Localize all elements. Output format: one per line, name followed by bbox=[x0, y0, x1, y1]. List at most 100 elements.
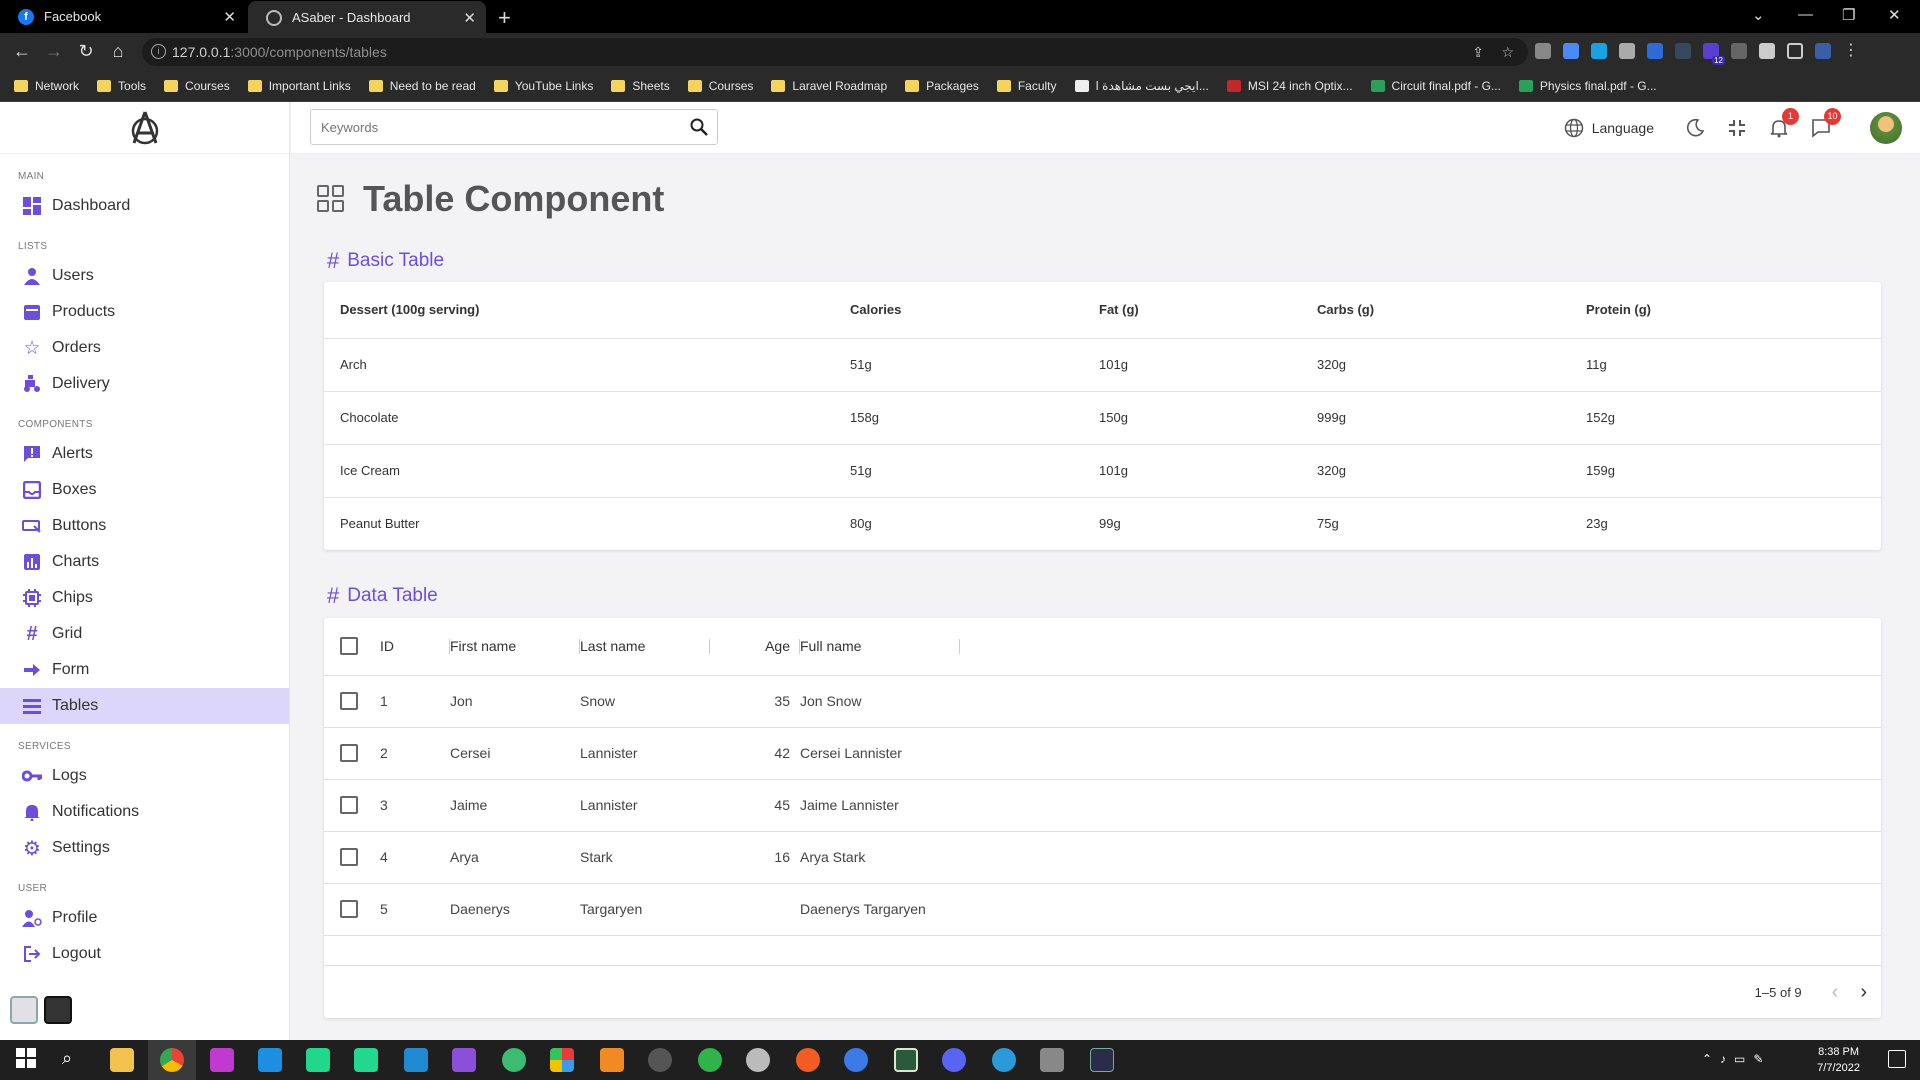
app-icon[interactable] bbox=[844, 1048, 868, 1072]
row-checkbox[interactable] bbox=[340, 900, 358, 919]
column-header[interactable]: Last name bbox=[580, 618, 710, 676]
extension-icon[interactable] bbox=[1535, 43, 1551, 59]
extension-icon[interactable]: 12 bbox=[1703, 43, 1725, 65]
bookmark-link[interactable]: ايجي بست مشاهدة ا... bbox=[1074, 79, 1209, 93]
row-checkbox[interactable] bbox=[340, 796, 358, 815]
column-header[interactable]: Full name bbox=[800, 618, 960, 676]
notification-center-icon[interactable] bbox=[1888, 1050, 1906, 1068]
extension-icon[interactable] bbox=[1647, 43, 1663, 59]
fullscreen-toggle[interactable] bbox=[1725, 116, 1749, 140]
sidebar-item-users[interactable]: Users bbox=[0, 258, 289, 294]
bookmark-folder[interactable]: Courses bbox=[164, 79, 230, 93]
back-button[interactable]: ← bbox=[10, 41, 34, 62]
chrome-icon[interactable] bbox=[160, 1048, 184, 1072]
light-theme-button[interactable] bbox=[10, 996, 38, 1024]
bookmark-star-icon[interactable]: ☆ bbox=[1501, 44, 1514, 61]
vscode-icon[interactable] bbox=[404, 1048, 428, 1072]
language-selector[interactable]: Language bbox=[1564, 118, 1654, 138]
app-icon[interactable] bbox=[1040, 1048, 1064, 1072]
profile-icon[interactable] bbox=[1815, 43, 1831, 59]
sidebar-item-form[interactable]: Form bbox=[0, 652, 289, 688]
column-header[interactable]: First name bbox=[450, 618, 580, 676]
sidebar-item-orders[interactable]: ☆ Orders bbox=[0, 330, 289, 366]
app-icon[interactable] bbox=[796, 1048, 820, 1072]
visual-studio-icon[interactable] bbox=[452, 1048, 476, 1072]
webstorm-icon[interactable] bbox=[258, 1048, 282, 1072]
app-icon[interactable] bbox=[502, 1048, 526, 1072]
bookmark-link[interactable]: Circuit final.pdf - G... bbox=[1370, 79, 1501, 93]
new-tab-button[interactable]: + bbox=[498, 5, 511, 31]
sidebar-item-alerts[interactable]: Alerts bbox=[0, 436, 289, 472]
app-icon[interactable] bbox=[992, 1048, 1016, 1072]
sidebar-item-tables[interactable]: Tables bbox=[0, 688, 289, 724]
search-icon[interactable] bbox=[681, 118, 717, 136]
bookmark-folder[interactable]: Tools bbox=[97, 79, 146, 93]
nox-icon[interactable] bbox=[1090, 1048, 1114, 1072]
puzzle-icon[interactable] bbox=[1759, 43, 1775, 59]
browser-tab-facebook[interactable]: f Facebook ✕ bbox=[0, 0, 246, 33]
table-row[interactable]: 4 Arya Stark 16 Arya Stark bbox=[324, 831, 1881, 884]
column-header[interactable]: ID bbox=[380, 618, 450, 676]
search-input[interactable] bbox=[311, 110, 681, 144]
select-all-checkbox[interactable] bbox=[340, 637, 358, 656]
close-tab-icon[interactable]: ✕ bbox=[463, 9, 476, 27]
menu-icon[interactable]: ⋮ bbox=[1843, 43, 1859, 59]
minimize-button[interactable]: — bbox=[1798, 6, 1813, 23]
messages-button[interactable]: 10 bbox=[1809, 108, 1841, 140]
phpstorm-icon[interactable] bbox=[210, 1048, 234, 1072]
table-row[interactable]: 1 Jon Snow 35 Jon Snow bbox=[324, 675, 1881, 728]
dark-theme-button[interactable] bbox=[44, 996, 72, 1024]
forward-button[interactable]: → bbox=[42, 41, 66, 62]
bookmark-folder[interactable]: Packages bbox=[905, 79, 979, 93]
chevron-right-icon[interactable]: › bbox=[1860, 981, 1867, 1004]
chevron-left-icon[interactable]: ‹ bbox=[1832, 981, 1839, 1004]
file-explorer-icon[interactable] bbox=[110, 1048, 134, 1072]
translate-extension-icon[interactable] bbox=[1563, 43, 1579, 59]
bookmark-link[interactable]: MSI 24 inch Optix... bbox=[1226, 79, 1353, 93]
sidebar-item-boxes[interactable]: Boxes bbox=[0, 472, 289, 508]
extension-icon[interactable] bbox=[1731, 43, 1747, 59]
sidebar-item-chips[interactable]: Chips bbox=[0, 580, 289, 616]
sidebar-item-dashboard[interactable]: Dashboard bbox=[0, 188, 289, 224]
row-checkbox[interactable] bbox=[340, 692, 358, 711]
xampp-icon[interactable] bbox=[600, 1048, 624, 1072]
row-checkbox[interactable] bbox=[340, 848, 358, 867]
row-checkbox[interactable] bbox=[340, 744, 358, 763]
browser-tab-dashboard[interactable]: ASaber - Dashboard ✕ bbox=[248, 1, 486, 34]
clion-icon[interactable] bbox=[354, 1048, 378, 1072]
sidebar-item-notifications[interactable]: Notifications bbox=[0, 794, 289, 830]
extension-icon[interactable] bbox=[1675, 43, 1691, 59]
table-row[interactable]: 5 Daenerys Targaryen Daenerys Targaryen bbox=[324, 883, 1881, 936]
app-icon[interactable] bbox=[550, 1048, 574, 1072]
app-icon[interactable] bbox=[698, 1048, 722, 1072]
windows-start-icon[interactable] bbox=[16, 1048, 40, 1072]
sidebar-item-logout[interactable]: Logout bbox=[0, 936, 289, 972]
bookmark-folder[interactable]: Courses bbox=[687, 79, 753, 93]
app-icon[interactable] bbox=[746, 1048, 770, 1072]
table-row[interactable]: 3 Jaime Lannister 45 Jaime Lannister bbox=[324, 779, 1881, 832]
address-bar[interactable]: i 127.0.0.1:3000/components/tables ⇪ ☆ bbox=[142, 38, 1528, 66]
column-header[interactable]: Age bbox=[710, 618, 800, 676]
table-row[interactable]: 2 Cersei Lannister 42 Cersei Lannister bbox=[324, 727, 1881, 780]
system-tray-icons[interactable]: ⌃♪▭✎ bbox=[1702, 1052, 1771, 1066]
share-icon[interactable]: ⇪ bbox=[1472, 44, 1484, 61]
reload-button[interactable]: ↻ bbox=[74, 41, 98, 62]
close-window-button[interactable]: ✕ bbox=[1888, 6, 1901, 24]
restore-button[interactable]: ❐ bbox=[1842, 6, 1855, 24]
sidebar-item-logs[interactable]: Logs bbox=[0, 758, 289, 794]
bookmark-folder[interactable]: Laravel Roadmap bbox=[771, 79, 887, 93]
bookmark-folder[interactable]: Faculty bbox=[996, 79, 1057, 93]
clock[interactable]: 8:38 PM 7/7/2022 bbox=[1817, 1044, 1860, 1076]
discord-icon[interactable] bbox=[942, 1048, 966, 1072]
site-info-icon[interactable]: i bbox=[151, 44, 166, 59]
tab-search-icon[interactable]: ⌄ bbox=[1752, 6, 1765, 24]
bookmark-folder[interactable]: Sheets bbox=[611, 79, 670, 93]
sidebar-item-profile[interactable]: Profile bbox=[0, 900, 289, 936]
bookmark-link[interactable]: Physics final.pdf - G... bbox=[1518, 79, 1657, 93]
sidebar-item-products[interactable]: Products bbox=[0, 294, 289, 330]
sidebar-item-charts[interactable]: Charts bbox=[0, 544, 289, 580]
bookmark-folder[interactable]: Network bbox=[14, 79, 79, 93]
bookmark-folder[interactable]: YouTube Links bbox=[493, 79, 593, 93]
pycharm-icon[interactable] bbox=[306, 1048, 330, 1072]
home-button[interactable]: ⌂ bbox=[106, 41, 130, 62]
